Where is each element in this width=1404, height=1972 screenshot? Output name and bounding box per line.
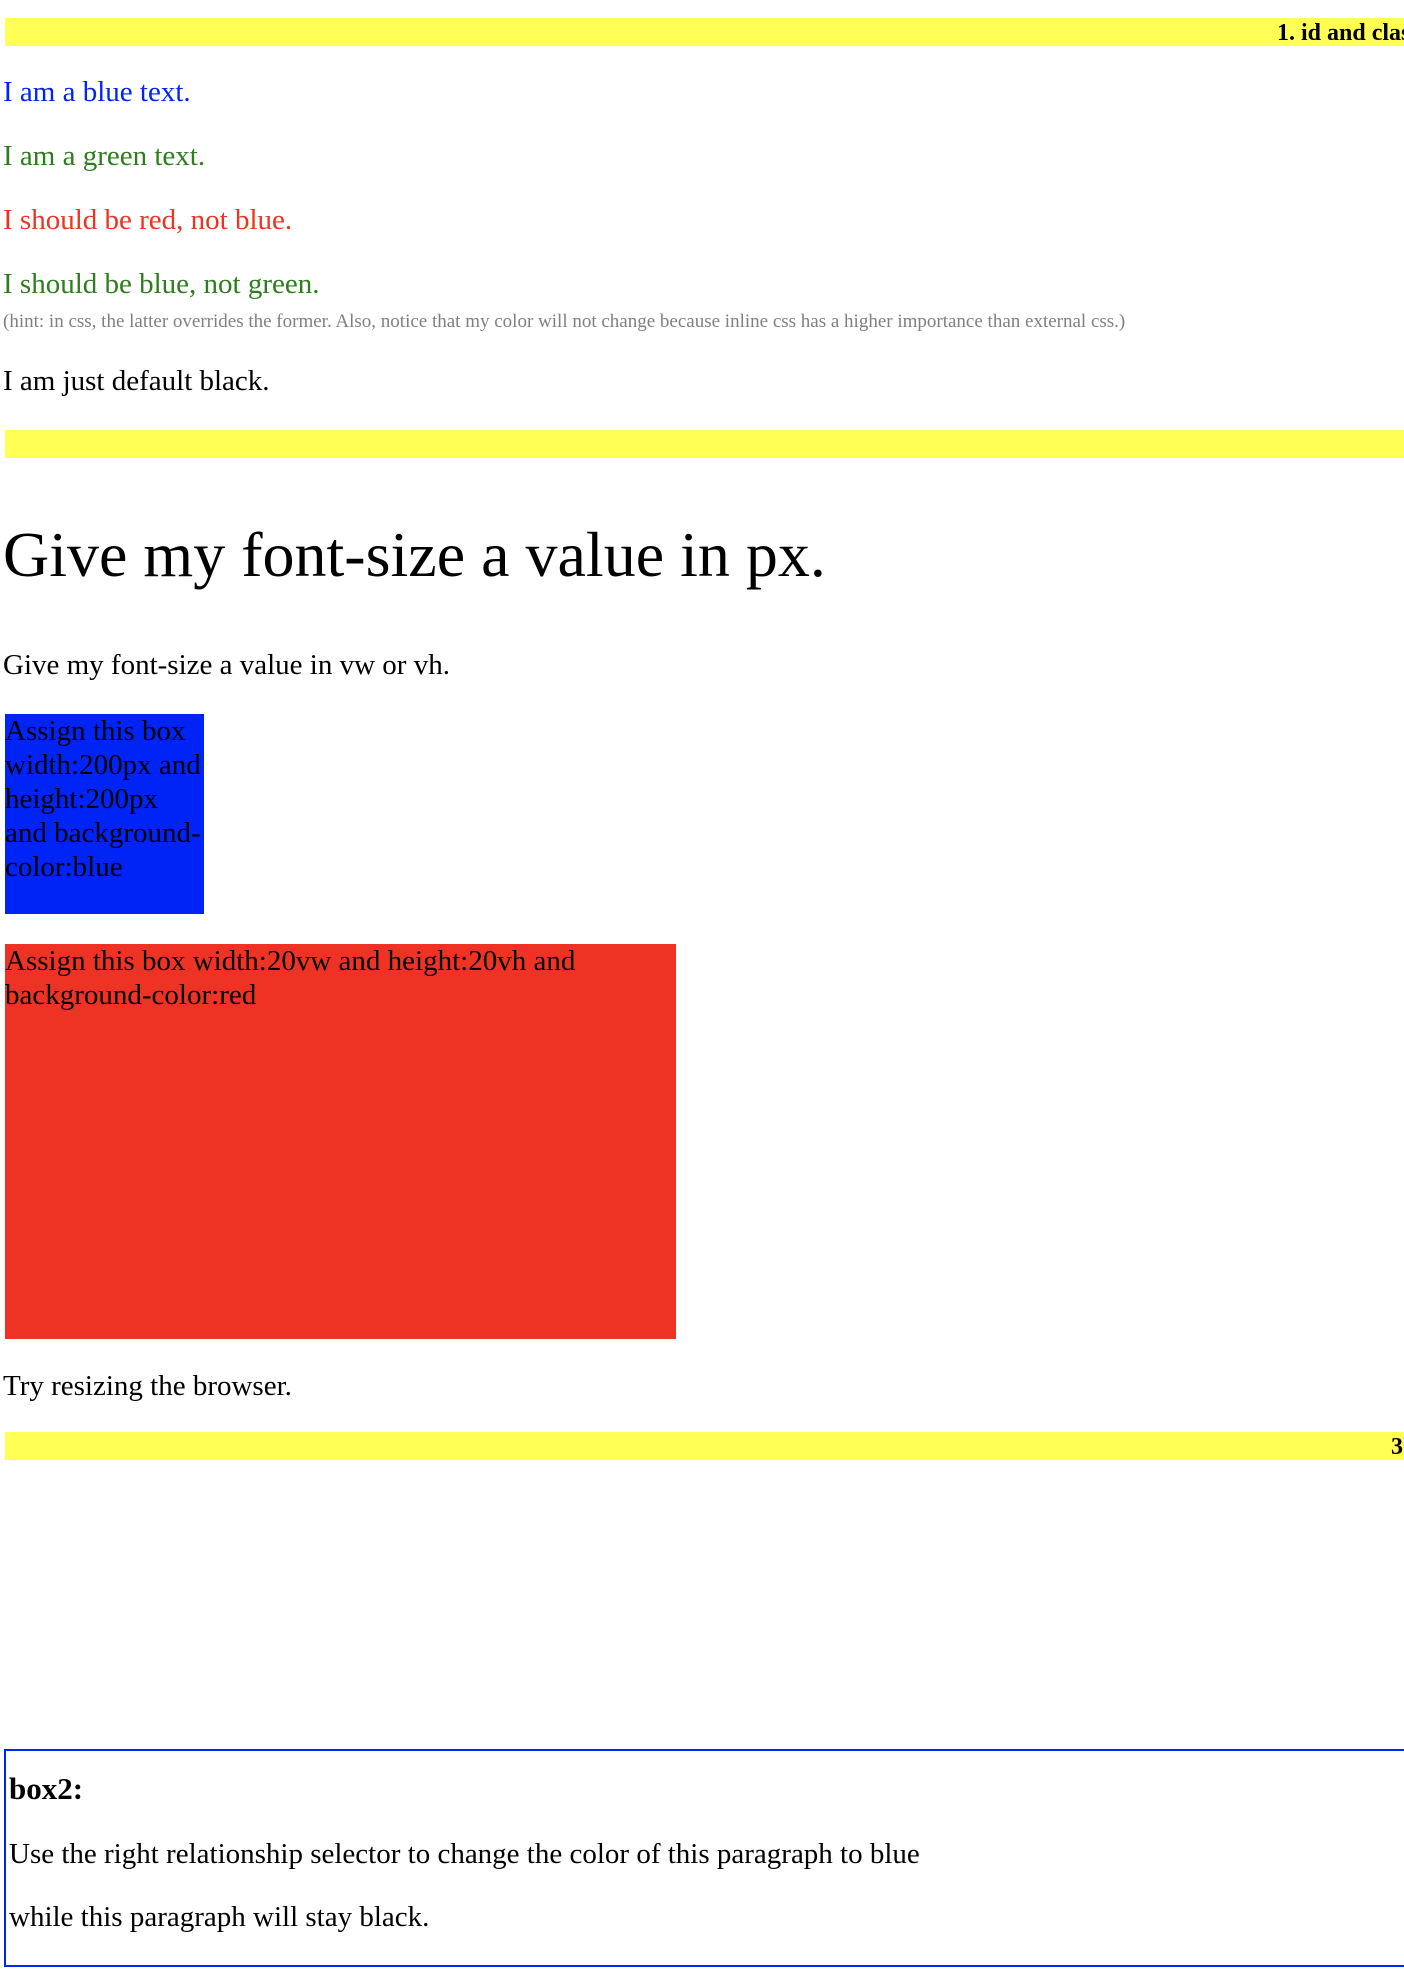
green-text: I am a green text. — [3, 140, 206, 172]
box2-title: box2: — [9, 1771, 84, 1806]
red-box: Assign this box width:20vw and height:20… — [5, 944, 676, 1339]
resize-browser-text: Try resizing the browser. — [3, 1370, 292, 1402]
box2-paragraph-black: while this paragraph will stay black. — [9, 1901, 430, 1933]
section-1-title: 1. id and clas — [1277, 20, 1404, 46]
blue-box: Assign this box width:200px and height:2… — [5, 714, 204, 914]
section-1-header-bar: 1. id and clas — [5, 18, 1404, 46]
blue-box-text: Assign this box width:200px and height:2… — [5, 715, 201, 883]
red-box-text: Assign this box width:20vw and height:20… — [5, 945, 576, 1011]
hint-text: (hint: in css, the latter overrides the … — [3, 311, 1126, 332]
default-black-text: I am just default black. — [3, 365, 270, 397]
blue-text: I am a blue text. — [3, 76, 191, 108]
font-size-px-text: Give my font-size a value in px. — [3, 519, 826, 590]
blue-not-green-text: I should be blue, not green. — [3, 268, 320, 300]
box2-paragraph-blue: Use the right relationship selector to c… — [9, 1838, 920, 1870]
section-3-header-bar: 3 — [5, 1432, 1404, 1460]
section-2-header-bar — [5, 430, 1404, 458]
font-size-vw-text: Give my font-size a value in vw or vh. — [3, 649, 450, 681]
box2-container: box2: Use the right relationship selecto… — [4, 1749, 1404, 1967]
red-not-blue-text: I should be red, not blue. — [3, 204, 293, 236]
section-3-title: 3 — [1391, 1434, 1403, 1460]
